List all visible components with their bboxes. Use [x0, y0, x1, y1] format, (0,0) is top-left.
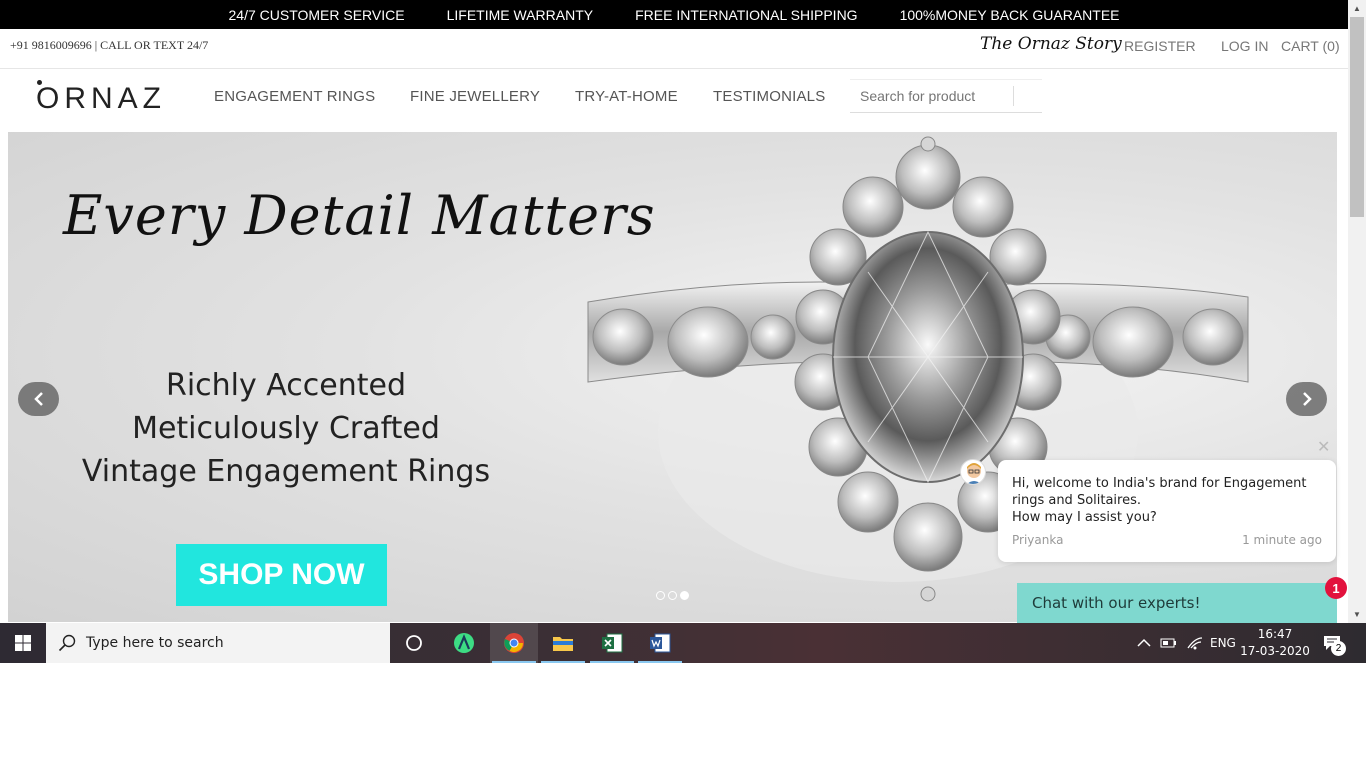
running-app-indicator	[638, 661, 682, 663]
chat-message-bubble[interactable]: Hi, welcome to India's brand for Engagem…	[998, 460, 1336, 562]
carousel-dot-2[interactable]	[668, 591, 677, 600]
carousel-dot-3[interactable]	[680, 591, 689, 600]
nav-try-at-home[interactable]: TRY-AT-HOME	[575, 88, 678, 105]
hero-title: Every Detail Matters	[63, 184, 656, 247]
taskbar-word[interactable]	[636, 623, 684, 663]
language-indicator[interactable]: ENG	[1210, 623, 1236, 663]
clock-date: 17-03-2020	[1240, 644, 1310, 658]
running-app-indicator	[541, 661, 585, 663]
scroll-thumb[interactable]	[1350, 17, 1364, 217]
chat-agent-name: Priyanka	[1012, 533, 1064, 547]
contact-info: +91 9816009696 | CALL OR TEXT 24/7	[10, 38, 209, 52]
login-link[interactable]: LOG IN	[1221, 38, 1268, 54]
network-tray[interactable]	[1186, 623, 1204, 663]
taskbar-android-studio[interactable]	[440, 623, 488, 663]
hero-line-1: Richly Accented	[165, 368, 407, 403]
utility-bar: +91 9816009696 | CALL OR TEXT 24/7 The O…	[0, 29, 1348, 69]
clock-time: 16:47	[1257, 627, 1293, 641]
search-icon	[58, 634, 76, 652]
hero-subtitle: Richly Accented Meticulously Crafted Vin…	[66, 364, 506, 493]
chat-meta: Priyanka 1 minute ago	[1012, 533, 1322, 547]
scroll-down-icon[interactable]: ▼	[1348, 606, 1366, 623]
word-icon	[650, 633, 671, 653]
promo-free-shipping: FREE INTERNATIONAL SHIPPING	[635, 6, 858, 23]
nav-engagement-rings[interactable]: ENGAGEMENT RINGS	[214, 88, 375, 105]
chat-with-experts-button[interactable]: Chat with our experts!	[1017, 583, 1337, 623]
nav-fine-jewellery[interactable]: FINE JEWELLERY	[410, 88, 540, 105]
cart-link[interactable]: CART (0)	[1281, 38, 1340, 54]
show-hidden-icons[interactable]	[1137, 623, 1151, 663]
promo-bar: 24/7 CUSTOMER SERVICE LIFETIME WARRANTY …	[0, 0, 1348, 29]
chrome-icon	[504, 633, 524, 653]
battery-tray[interactable]	[1160, 623, 1178, 663]
carousel-prev-button[interactable]	[18, 382, 59, 416]
taskbar-search-placeholder: Type here to search	[86, 635, 224, 651]
taskbar-search-box[interactable]: Type here to search	[46, 623, 390, 663]
scroll-up-icon[interactable]: ▲	[1348, 0, 1366, 17]
cortana-circle-icon	[406, 635, 422, 651]
battery-icon	[1160, 638, 1176, 648]
nav-testimonials[interactable]: TESTIMONIALS	[713, 88, 825, 105]
wifi-icon	[1187, 637, 1203, 650]
windows-taskbar: Type here to search ENG 16:47 17-03-2020…	[0, 623, 1366, 663]
promo-lifetime-warranty: LIFETIME WARRANTY	[446, 6, 594, 23]
ornaz-logo[interactable]: ORNAZ	[36, 82, 166, 116]
chevron-up-icon	[1137, 638, 1151, 647]
main-nav: ORNAZ ENGAGEMENT RINGS FINE JEWELLERY TR…	[0, 70, 1348, 131]
android-studio-icon	[454, 633, 474, 653]
chevron-right-icon	[1302, 392, 1312, 406]
chat-message-line-3: How may I assist you?	[1012, 510, 1157, 525]
notification-count-badge: 2	[1331, 641, 1346, 656]
taskbar-chrome[interactable]	[490, 623, 538, 663]
running-app-indicator	[590, 661, 634, 663]
hero-line-2: Meticulously Crafted	[132, 411, 440, 446]
chat-timestamp: 1 minute ago	[1242, 533, 1322, 547]
chevron-left-icon	[33, 392, 43, 406]
promo-customer-service: 24/7 CUSTOMER SERVICE	[228, 6, 405, 23]
promo-money-back: 100%MONEY BACK GUARANTEE	[899, 6, 1120, 23]
hero-line-3: Vintage Engagement Rings	[81, 454, 491, 489]
search-input[interactable]	[850, 81, 1013, 111]
chat-unread-badge: 1	[1325, 577, 1347, 599]
page-scrollbar[interactable]: ▲ ▼	[1348, 0, 1366, 623]
taskbar-clock[interactable]: 16:47 17-03-2020	[1240, 626, 1310, 660]
search-box	[850, 79, 1042, 113]
windows-logo-icon	[15, 635, 31, 651]
chat-agent-avatar	[960, 459, 986, 485]
active-app-indicator	[492, 661, 536, 663]
carousel-indicators	[656, 591, 689, 600]
register-link[interactable]: REGISTER	[1124, 38, 1196, 54]
shop-now-button[interactable]: SHOP NOW	[176, 544, 387, 606]
carousel-dot-1[interactable]	[656, 591, 665, 600]
taskbar-file-explorer[interactable]	[539, 623, 587, 663]
carousel-next-button[interactable]	[1286, 382, 1327, 416]
search-divider	[1013, 86, 1014, 106]
start-button[interactable]	[0, 623, 46, 663]
taskbar-excel[interactable]	[588, 623, 636, 663]
chat-message-line-2: rings and Solitaires.	[1012, 493, 1142, 508]
chat-message-line-1: Hi, welcome to India's brand for Engagem…	[1012, 476, 1307, 491]
chat-close-icon[interactable]: ✕	[1317, 437, 1330, 457]
excel-icon	[602, 633, 623, 653]
ornaz-story-link[interactable]: The Ornaz Story	[980, 34, 1122, 54]
folder-icon	[553, 637, 573, 651]
task-view-button[interactable]	[390, 623, 438, 663]
